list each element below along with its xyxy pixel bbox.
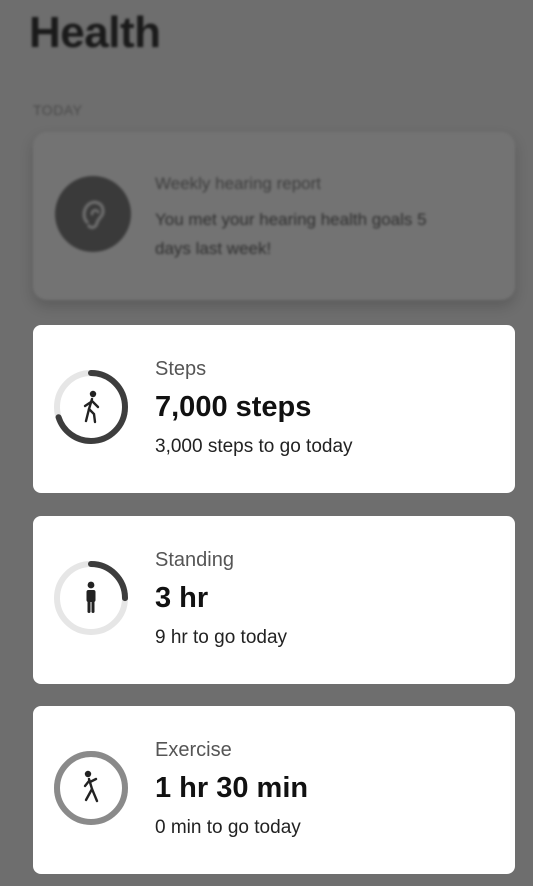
- standing-value: 3 hr: [155, 582, 209, 614]
- section-label-today: TODAY: [33, 102, 83, 118]
- hearing-report-card[interactable]: Weekly hearing report You met your heari…: [33, 132, 515, 300]
- steps-value: 7,000 steps: [155, 391, 312, 423]
- exercise-label: Exercise: [155, 739, 232, 761]
- standing-progress-ring: [54, 561, 128, 635]
- exercise-value: 1 hr 30 min: [155, 772, 309, 804]
- hearing-report-title: Weekly hearing report: [155, 174, 321, 193]
- metric-card-exercise[interactable]: Exercise 1 hr 30 min 0 min to go today: [33, 706, 515, 874]
- exercise-progress-ring: [54, 751, 128, 825]
- hearing-report-body: You met your hearing health goals 5 days…: [155, 210, 427, 258]
- steps-label: Steps: [155, 358, 207, 380]
- standing-person-icon: [86, 581, 96, 613]
- walking-icon: [83, 390, 100, 424]
- ear-icon: [55, 176, 131, 252]
- page-title: Health: [29, 8, 161, 57]
- steps-subtext: 3,000 steps to go today: [155, 436, 353, 457]
- metric-card-steps[interactable]: Steps 7,000 steps 3,000 steps to go toda…: [33, 325, 515, 493]
- exercise-subtext: 0 min to go today: [155, 817, 301, 838]
- exercise-icon: [83, 770, 99, 803]
- standing-label: Standing: [155, 549, 234, 571]
- background-layer: Health TODAY Weekly hearing report You m…: [0, 0, 533, 320]
- standing-subtext: 9 hr to go today: [155, 627, 288, 648]
- metric-card-standing[interactable]: Standing 3 hr 9 hr to go today: [33, 516, 515, 684]
- health-screen: Health TODAY Weekly hearing report You m…: [0, 0, 533, 886]
- steps-progress-ring: [54, 370, 128, 444]
